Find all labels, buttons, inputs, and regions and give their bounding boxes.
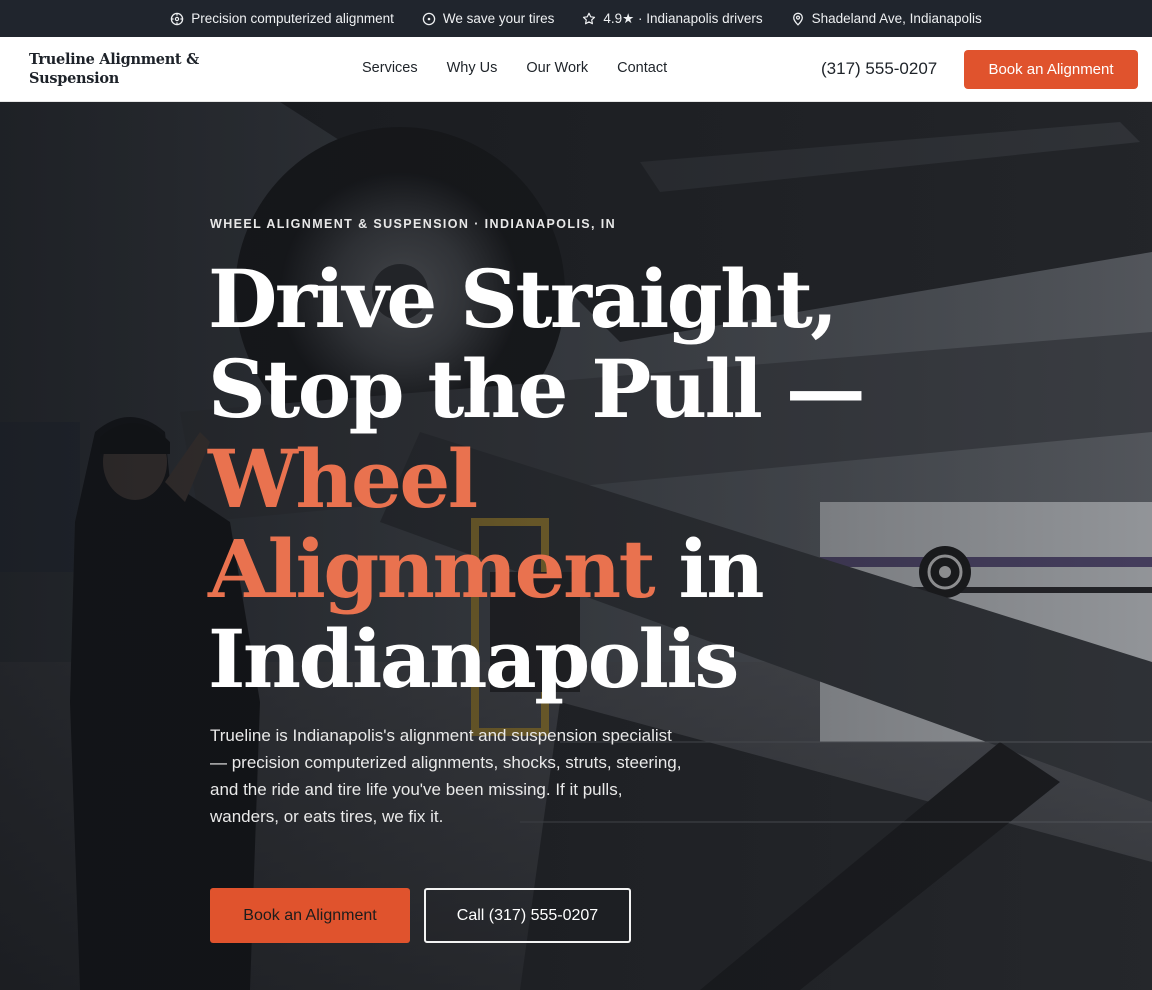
tire-icon <box>422 12 436 26</box>
topbar-item-alignment: Precision computerized alignment <box>170 11 394 26</box>
topbar-item-location: Shadeland Ave, Indianapolis <box>791 11 982 26</box>
nav-link-our-work[interactable]: Our Work <box>526 60 588 76</box>
topbar-item-rating: 4.9★ · Indianapolis drivers <box>582 10 763 27</box>
hero-book-alignment-button[interactable]: Book an Alignment <box>210 888 410 943</box>
top-info-bar: Precision computerized alignment We save… <box>0 0 1152 37</box>
topbar-item-tires: We save your tires <box>422 11 555 26</box>
nav-link-contact[interactable]: Contact <box>617 60 667 76</box>
site-header: Trueline Alignment & Suspension Services… <box>0 37 1152 102</box>
map-pin-icon <box>791 12 805 26</box>
logo-line-1: Trueline Alignment & <box>29 51 199 68</box>
topbar-item-label: We save your tires <box>442 11 555 26</box>
site-logo[interactable]: Trueline Alignment & Suspension <box>29 50 199 88</box>
topbar-item-label: Shadeland Ave, Indianapolis <box>811 11 982 26</box>
headline-text-start: Drive Straight, Stop the Pull — <box>208 252 866 436</box>
logo-line-2: Suspension <box>29 70 119 87</box>
star-icon <box>582 12 596 26</box>
hero-eyebrow: WHEEL ALIGNMENT & SUSPENSION · INDIANAPO… <box>210 217 617 231</box>
nav-link-why-us[interactable]: Why Us <box>447 60 498 76</box>
header-book-alignment-button[interactable]: Book an Alignment <box>964 50 1138 89</box>
header-phone-link[interactable]: (317) 555-0207 <box>821 59 937 79</box>
topbar-item-label: Precision computerized alignment <box>191 11 394 26</box>
hero-call-button[interactable]: Call (317) 555-0207 <box>424 888 631 943</box>
hero-description: Trueline is Indianapolis's alignment and… <box>210 726 682 826</box>
hero-section: WHEEL ALIGNMENT & SUSPENSION · INDIANAPO… <box>0 102 1152 990</box>
crosshair-icon <box>170 12 184 26</box>
nav-link-services[interactable]: Services <box>362 60 418 76</box>
main-nav: Services Why Us Our Work Contact <box>362 60 667 76</box>
hero-headline: Drive Straight, Stop the Pull — Wheel Al… <box>208 254 868 704</box>
headline-accent: Wheel Alignment <box>208 432 656 616</box>
topbar-item-label: 4.9★ · Indianapolis drivers <box>603 10 763 26</box>
